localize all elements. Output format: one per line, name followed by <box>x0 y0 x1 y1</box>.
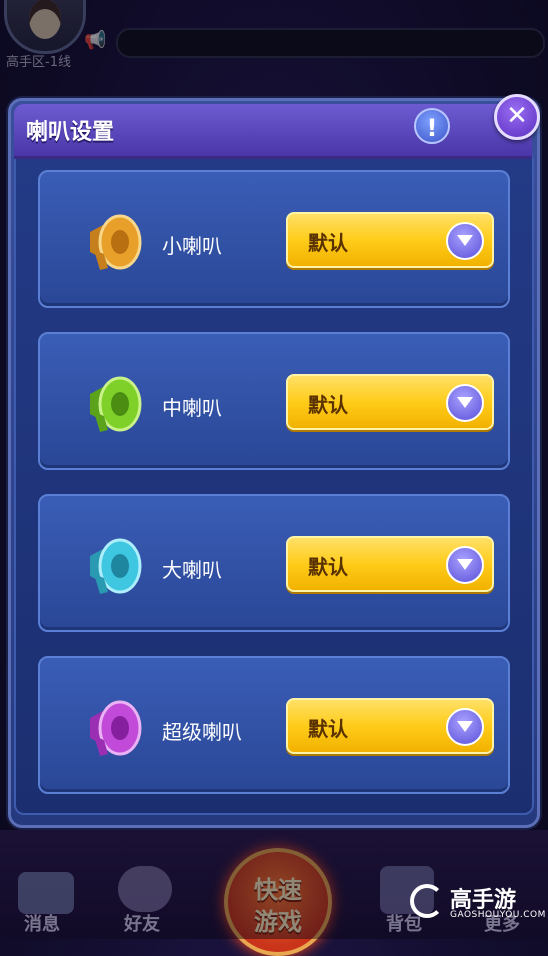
dialog-title: 喇叭设置 <box>26 120 115 145</box>
horn-label: 超级喇叭 <box>162 720 242 744</box>
chevron-down-icon[interactable] <box>446 384 484 422</box>
close-button[interactable]: ✕ <box>494 94 540 140</box>
horn-select-value: 默认 <box>308 393 348 417</box>
horn-select[interactable]: 默认 <box>286 698 494 754</box>
horn-label: 大喇叭 <box>162 558 222 582</box>
chevron-down-icon[interactable] <box>446 222 484 260</box>
info-button[interactable]: ! <box>414 108 450 144</box>
chevron-down-icon[interactable] <box>446 546 484 584</box>
horn-card-medium: 中喇叭 默认 <box>38 332 510 470</box>
site-watermark: 高手游 GAOSHOUYOU.COM <box>410 880 545 926</box>
horn-select[interactable]: 默认 <box>286 536 494 592</box>
horn-label: 中喇叭 <box>162 396 222 420</box>
horn-card-super: 超级喇叭 默认 <box>38 656 510 794</box>
small-horn-icon <box>90 214 142 270</box>
watermark-logo-icon <box>410 884 444 918</box>
horn-select-value: 默认 <box>308 717 348 741</box>
horn-select-value: 默认 <box>308 555 348 579</box>
super-horn-icon <box>90 700 142 756</box>
horn-select-value: 默认 <box>308 231 348 255</box>
medium-horn-icon <box>90 376 142 432</box>
horn-select[interactable]: 默认 <box>286 212 494 268</box>
horn-select[interactable]: 默认 <box>286 374 494 430</box>
watermark-url: GAOSHOUYOU.COM <box>450 910 546 920</box>
horn-label: 小喇叭 <box>162 234 222 258</box>
large-horn-icon <box>90 538 142 594</box>
chevron-down-icon[interactable] <box>446 708 484 746</box>
horn-card-large: 大喇叭 默认 <box>38 494 510 632</box>
horn-card-small: 小喇叭 默认 <box>38 170 510 308</box>
